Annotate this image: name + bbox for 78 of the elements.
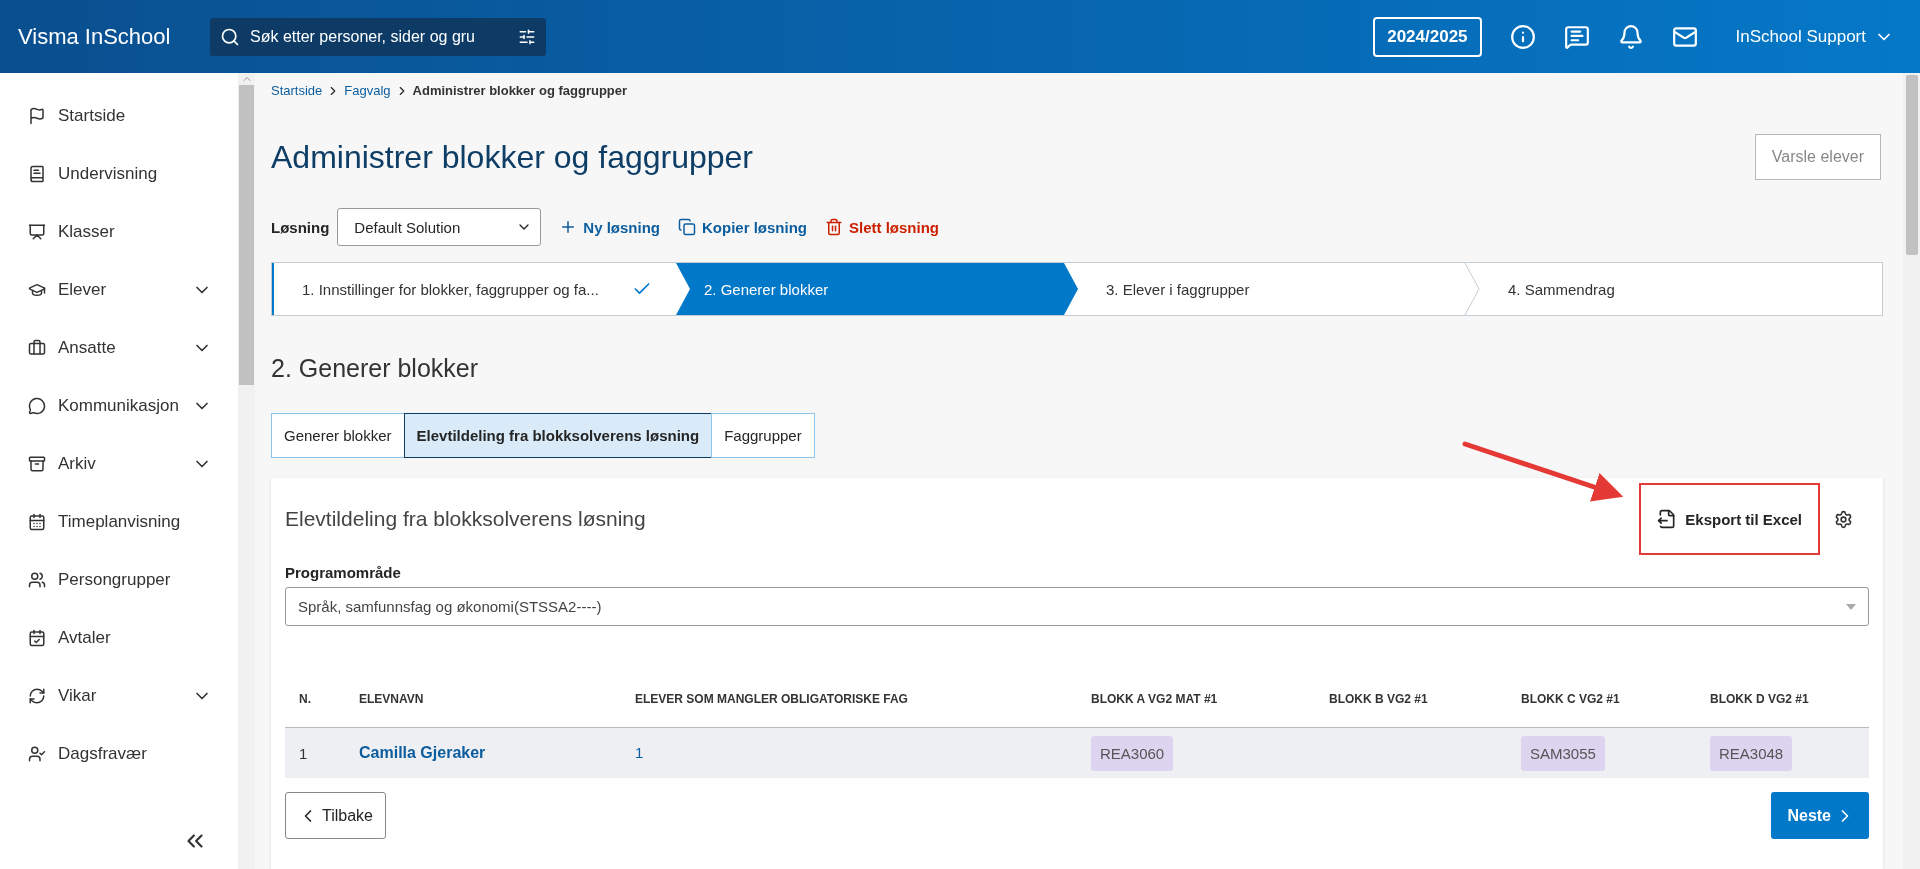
nav-icon bbox=[28, 339, 46, 357]
search-input[interactable]: Søk etter personer, sider og gru bbox=[248, 26, 510, 47]
sidebar-item[interactable]: Undervisning bbox=[0, 145, 238, 203]
dropdown-icon bbox=[1846, 603, 1856, 610]
tab[interactable]: Elevtildeling fra blokksolverens løsning bbox=[403, 413, 713, 458]
nav-icon bbox=[28, 629, 46, 647]
tab[interactable]: Generer blokker bbox=[271, 413, 405, 458]
next-button[interactable]: Neste bbox=[1771, 792, 1869, 839]
breadcrumb-link[interactable]: Startside bbox=[271, 83, 323, 98]
field-label: Løsning bbox=[271, 218, 330, 236]
column-header: ELEVNAVN bbox=[359, 691, 425, 706]
back-button[interactable]: Tilbake bbox=[285, 792, 386, 839]
filter-icon[interactable] bbox=[518, 27, 536, 46]
nav-icon bbox=[28, 687, 46, 705]
field-label: Programområde bbox=[285, 564, 402, 581]
sidebar-scrollbar[interactable] bbox=[238, 73, 255, 869]
nav-icon bbox=[28, 455, 46, 473]
nav-icon bbox=[28, 165, 46, 183]
trash-icon bbox=[825, 218, 843, 236]
student-link[interactable]: Camilla Gjeraker bbox=[359, 744, 486, 761]
sidebar-item[interactable]: Arkiv bbox=[0, 435, 238, 493]
nav-icon bbox=[28, 513, 46, 531]
notifications-icon[interactable] bbox=[1617, 23, 1644, 50]
tab[interactable]: Faggrupper bbox=[711, 413, 815, 458]
card-title: Elevtildeling fra blokksolverens løsning bbox=[285, 507, 646, 531]
add-solution-link[interactable]: Ny løsning bbox=[559, 218, 660, 236]
page-scrollbar[interactable] bbox=[1903, 73, 1920, 869]
column-header: ELEVER SOM MANGLER OBLIGATORISKE FAG bbox=[635, 691, 909, 706]
info-icon[interactable] bbox=[1509, 23, 1536, 50]
column-header: BLOKK B VG2 #1 bbox=[1329, 691, 1429, 706]
nav-icon bbox=[28, 397, 46, 415]
sidebar-item[interactable]: Avtaler bbox=[0, 609, 238, 667]
delete-solution-link[interactable]: Slett løsning bbox=[825, 218, 939, 236]
page-title: Administrer blokker og faggrupper bbox=[271, 138, 753, 176]
table-cell-text: 1 bbox=[299, 744, 309, 762]
copy-solution-link[interactable]: Kopier løsning bbox=[678, 218, 807, 236]
school-year-button[interactable]: 2024/2025 bbox=[1373, 16, 1482, 57]
sidebar-item[interactable]: Timeplanvisning bbox=[0, 493, 238, 551]
nav-icon bbox=[28, 745, 46, 763]
column-header: N. bbox=[299, 691, 312, 706]
step[interactable]: 3. Elever i faggrupper bbox=[1078, 263, 1480, 315]
sidebar-item[interactable]: Vikar bbox=[0, 667, 238, 725]
file-export-icon bbox=[1657, 509, 1678, 529]
sidebar-item[interactable]: Kommunikasjon bbox=[0, 377, 238, 435]
breadcrumb-link[interactable]: Fagvalg bbox=[344, 83, 391, 98]
settings-icon[interactable] bbox=[1834, 509, 1853, 529]
copy-icon bbox=[678, 218, 696, 236]
brand-name[interactable]: Visma InSchool bbox=[18, 23, 210, 50]
sidebar-item[interactable]: Ansatte bbox=[0, 319, 238, 377]
nav-icon bbox=[28, 281, 46, 299]
sidebar-item[interactable]: Dagsfravær bbox=[0, 725, 238, 783]
program-select[interactable]: Språk, samfunnsfag og økonomi(STSSA2----) bbox=[285, 587, 1869, 626]
subject-tag: REA3060 bbox=[1091, 735, 1174, 771]
user-menu[interactable]: InSchool Support bbox=[1729, 25, 1900, 48]
solution-select[interactable]: Default Solution bbox=[337, 208, 542, 246]
column-header: BLOKK C VG2 #1 bbox=[1521, 691, 1621, 706]
nav-icon bbox=[28, 107, 46, 125]
sidebar-item[interactable]: Elever bbox=[0, 261, 238, 319]
subject-tag: REA3048 bbox=[1710, 735, 1793, 771]
step[interactable]: 4. Sammendrag bbox=[1480, 263, 1882, 315]
sidebar-item[interactable]: Klasser bbox=[0, 203, 238, 261]
nav-icon bbox=[28, 223, 46, 241]
notify-students-button[interactable]: Varsle elever bbox=[1754, 134, 1881, 180]
search-icon bbox=[220, 26, 240, 47]
subject-tag: SAM3055 bbox=[1521, 735, 1605, 771]
column-header: BLOKK A VG2 MAT #1 bbox=[1091, 691, 1219, 706]
count-link[interactable]: 1 bbox=[635, 744, 644, 761]
breadcrumb-current: Administrer blokker og faggrupper bbox=[412, 83, 628, 98]
nav-icon bbox=[28, 571, 46, 589]
step[interactable]: 2. Generer blokker bbox=[676, 263, 1078, 315]
sms-icon[interactable] bbox=[1563, 23, 1590, 50]
column-header: BLOKK D VG2 #1 bbox=[1710, 691, 1810, 706]
sidebar-item[interactable]: Startside bbox=[0, 87, 238, 145]
section-title: 2. Generer blokker bbox=[271, 354, 480, 383]
export-button[interactable]: Eksport til Excel bbox=[1639, 483, 1820, 555]
search-field[interactable]: Søk etter personer, sider og gru bbox=[210, 17, 546, 56]
sidebar-item[interactable]: Persongrupper bbox=[0, 551, 238, 609]
step[interactable]: 1. Innstillinger for blokker, faggrupper og fa... bbox=[272, 263, 676, 315]
